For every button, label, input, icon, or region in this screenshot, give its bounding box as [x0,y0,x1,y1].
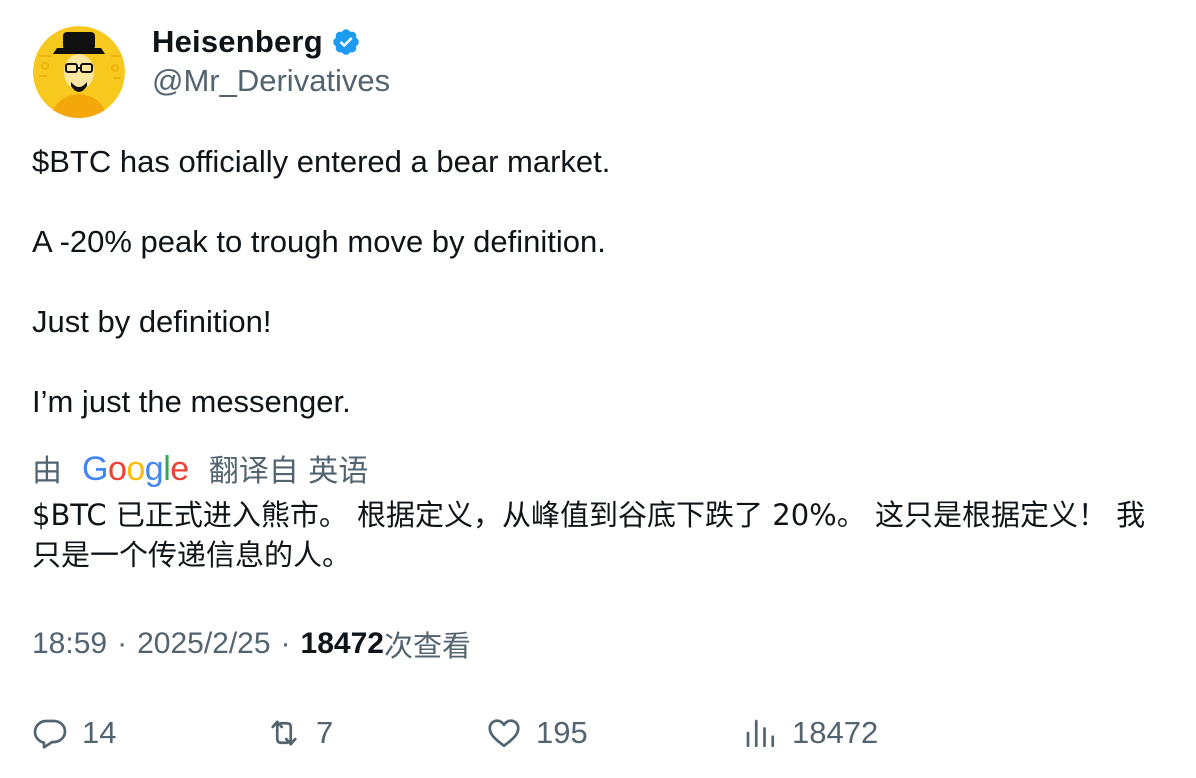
retweet-icon [271,720,297,746]
verified-badge-icon[interactable] [331,27,361,57]
views-count: 18472 [300,627,384,660]
tweet-paragraph: Just by definition! [32,304,272,339]
reply-count: 14 [82,715,117,750]
author-handle[interactable]: @Mr_Derivatives [152,63,390,99]
like-button[interactable]: 195 [486,710,588,756]
views-action-count: 18472 [792,715,879,750]
tweet-date[interactable]: 2025/2/25 [137,627,270,661]
translation-suffix: 翻译自 英语 [208,454,369,489]
like-count: 195 [536,715,588,750]
tweet-meta: 18:59 · 2025/2/25 · 18472 次查看 [32,624,471,664]
translated-text: $BTC 已正式进入熊市。 根据定义，从峰值到谷底下跌了 20%。 这只是根据定… [32,498,1146,572]
analytics-icon [746,719,775,748]
meta-separator: · [117,627,128,660]
google-logo-icon: Google [82,449,189,488]
tweet-paragraph: A -20% peak to trough move by definition… [32,224,606,259]
views-label: 次查看 [383,629,471,663]
author-name-row: Heisenberg [152,22,361,62]
views-button[interactable]: 18472 [742,710,878,756]
meta-separator: · [280,627,291,660]
heisenberg-avatar-icon [33,26,125,118]
tweet-paragraph: I’m just the messenger. [32,384,351,419]
avatar[interactable] [33,26,125,118]
retweet-button[interactable]: 7 [266,710,333,756]
tweet-paragraph: $BTC has officially entered a bear marke… [32,144,611,179]
retweet-count: 7 [316,715,334,750]
author-display-name[interactable]: Heisenberg [152,24,323,60]
translation-attribution[interactable]: 由 Google 翻译自 英语 [32,446,368,490]
heart-icon [488,719,520,748]
tweet-text: $BTC has officially entered a bear marke… [32,142,610,422]
reply-button[interactable]: 14 [32,710,116,756]
tweet-time[interactable]: 18:59 [32,627,107,661]
reply-icon [33,719,67,749]
translation-prefix: 由 [32,454,62,489]
